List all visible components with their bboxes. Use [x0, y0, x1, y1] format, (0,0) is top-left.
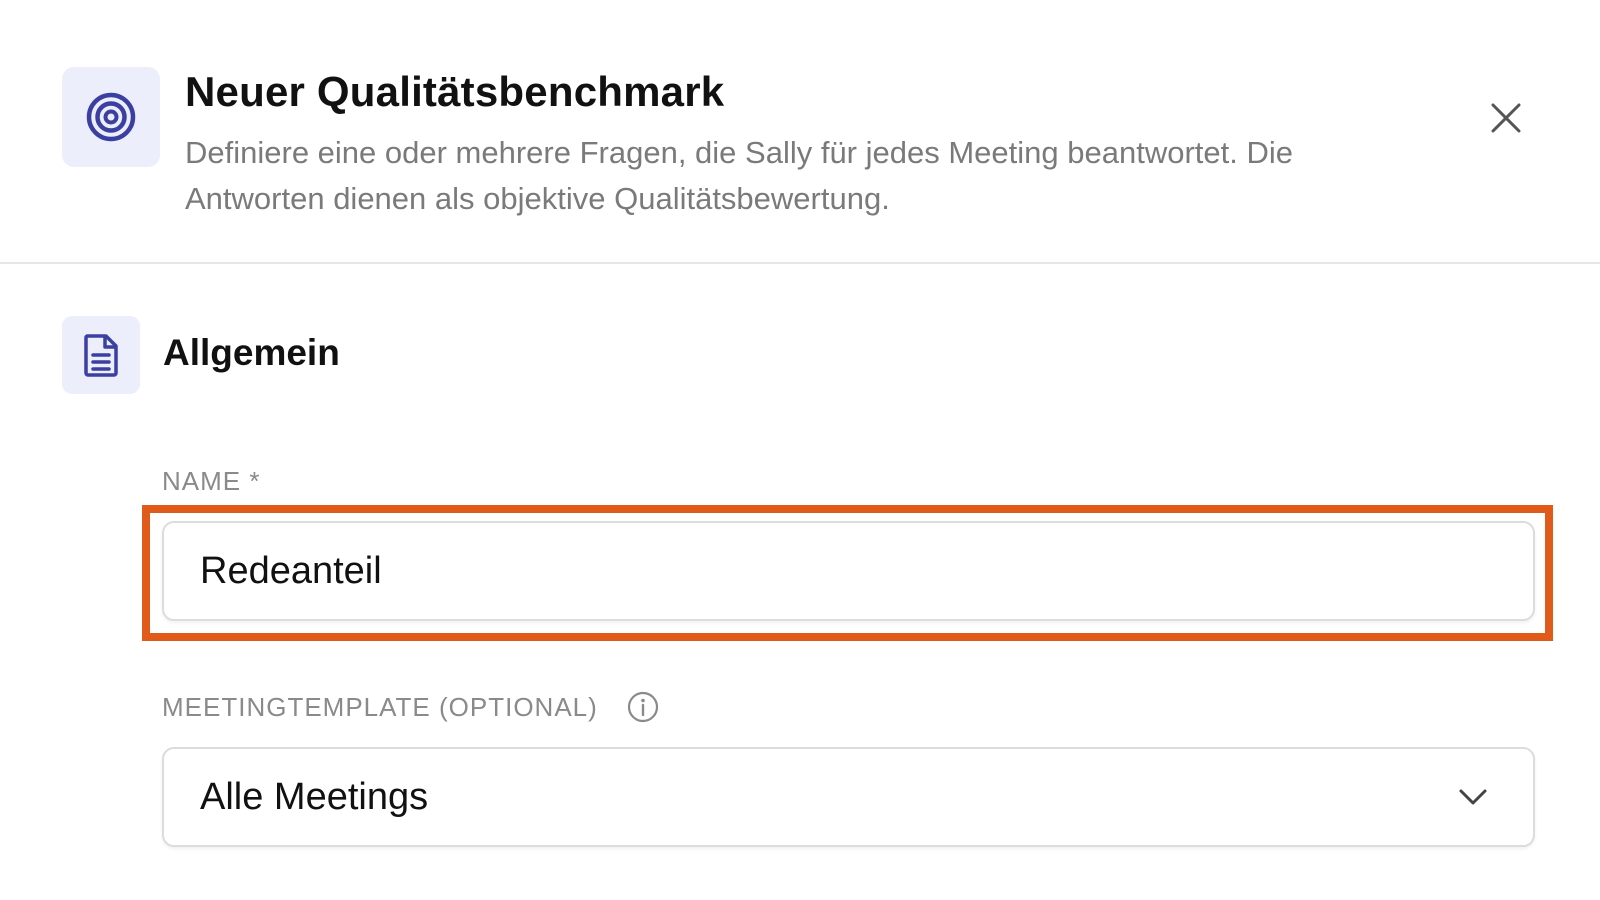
- chevron-down-icon: [1455, 779, 1491, 815]
- meeting-template-label-row: MEETINGTEMPLATE (OPTIONAL): [162, 690, 660, 724]
- target-icon: [62, 67, 160, 167]
- close-button[interactable]: [1484, 96, 1528, 140]
- section-title: Allgemein: [163, 332, 340, 373]
- benchmark-dialog: Neuer Qualitätsbenchmark Definiere eine …: [0, 0, 1600, 900]
- dialog-title: Neuer Qualitätsbenchmark: [185, 68, 725, 115]
- name-label: NAME *: [162, 466, 261, 496]
- dialog-header: Neuer Qualitätsbenchmark Definiere eine …: [0, 0, 1600, 264]
- document-icon: [62, 316, 140, 394]
- meeting-template-label: MEETINGTEMPLATE (OPTIONAL): [162, 691, 598, 722]
- close-icon: [1491, 103, 1521, 133]
- info-icon[interactable]: [626, 690, 660, 724]
- dialog-description: Definiere eine oder mehrere Fragen, die …: [185, 135, 1293, 216]
- meeting-template-select[interactable]: Alle Meetings: [162, 747, 1535, 847]
- meeting-template-value: Alle Meetings: [200, 775, 429, 818]
- name-input[interactable]: [162, 521, 1535, 621]
